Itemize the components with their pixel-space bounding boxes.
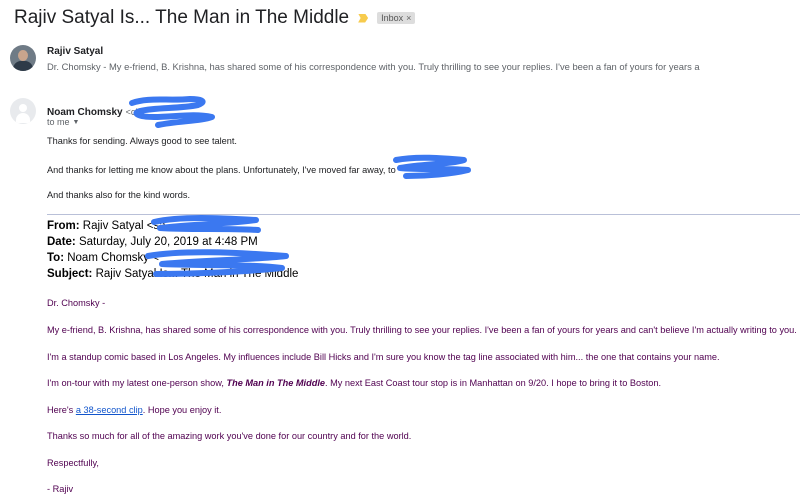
inbox-label-text: Inbox [381, 13, 404, 23]
default-avatar-icon [10, 98, 36, 124]
quoted-from: From: Rajiv Satyal <sa [47, 220, 166, 232]
redaction-scribble [145, 249, 289, 277]
quoted-p4-before: Here's [47, 405, 76, 415]
recipient-text: to me [47, 117, 70, 127]
collapsed-message-sender: Rajiv Satyal [47, 46, 104, 57]
quoted-to-label: To: [47, 252, 65, 264]
thread-subject-bar: Rajiv Satyal Is... The Man in The Middle… [14, 4, 416, 32]
redaction-scribble [151, 215, 261, 233]
show-title: The Man in The Middle [226, 378, 325, 388]
quoted-signature: - Rajiv [47, 484, 74, 494]
quoted-subject-label: Subject: [47, 268, 93, 280]
quoted-paragraph-4: Here's a 38-second clip. Hope you enjoy … [47, 405, 221, 415]
reply-line-1: Thanks for sending. Always good to see t… [47, 136, 237, 146]
sender-avatar [10, 45, 36, 71]
quoted-from-label: From: [47, 220, 80, 232]
remove-label-icon[interactable]: × [406, 13, 411, 23]
thread-subject: Rajiv Satyal Is... The Man in The Middle [14, 7, 350, 28]
clip-link[interactable]: a 38-second clip [76, 405, 143, 415]
redaction-scribble [393, 154, 471, 179]
quoted-paragraph-2: I'm a standup comic based in Los Angeles… [47, 352, 720, 362]
importance-marker-icon[interactable] [358, 13, 369, 23]
recipient-details-toggle[interactable]: to me ▼ [47, 117, 79, 127]
collapsed-message[interactable]: Rajiv Satyal Dr. Chomsky - My e-friend, … [10, 45, 790, 73]
quoted-greeting: Dr. Chomsky - [47, 298, 106, 308]
quoted-p3-before: I'm on-tour with my latest one-person sh… [47, 378, 227, 388]
chevron-down-icon[interactable]: ▼ [73, 119, 80, 126]
quoted-date-label: Date: [47, 236, 76, 248]
inbox-label-chip[interactable]: Inbox × [377, 12, 416, 24]
quoted-paragraph-5: Thanks so much for all of the amazing wo… [47, 431, 412, 441]
quoted-paragraph-3: I'm on-tour with my latest one-person sh… [47, 378, 661, 388]
quoted-p3-after: . My next East Coast tour stop is in Man… [324, 378, 662, 388]
reply-line-3: And thanks also for the kind words. [47, 190, 190, 200]
redaction-scribble [129, 96, 215, 128]
collapsed-message-snippet: Dr. Chomsky - My e-friend, B. Krishna, h… [47, 61, 700, 72]
quoted-p4-after: . Hope you enjoy it. [142, 405, 222, 415]
quoted-paragraph-1: My e-friend, B. Krishna, has shared some… [47, 325, 797, 335]
quoted-closing: Respectfully, [47, 458, 99, 468]
reply-line-2: And thanks for letting me know about the… [47, 165, 396, 175]
